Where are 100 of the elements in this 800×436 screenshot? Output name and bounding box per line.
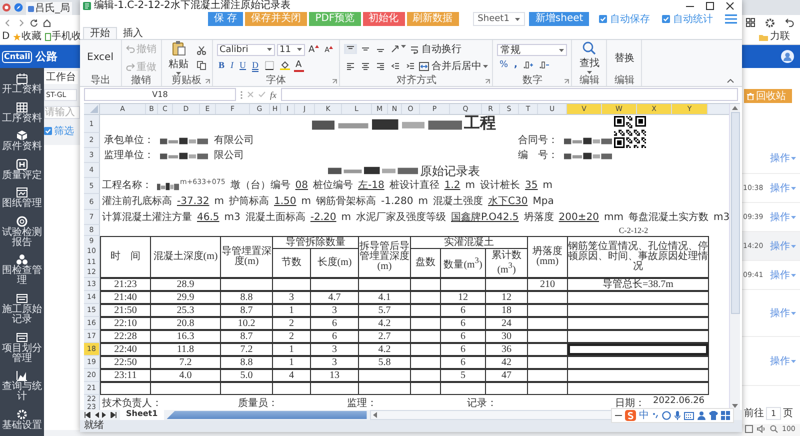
sidebar-item[interactable]: 工序资料 (2, 102, 42, 124)
checkbox[interactable] (599, 15, 608, 23)
orientation-button[interactable] (389, 44, 408, 54)
user-icon[interactable] (697, 411, 706, 420)
number-format-select[interactable]: 常规 (497, 44, 568, 56)
function-button[interactable]: fx (270, 90, 276, 100)
apps-icon[interactable] (746, 18, 755, 27)
underline-button[interactable]: U (238, 59, 248, 71)
dialog-launcher-icon[interactable] (204, 79, 210, 84)
sidebar-item[interactable]: 查询与统计 (2, 370, 42, 402)
table-cell[interactable]: 导管总长=38.7m (568, 278, 708, 290)
paste-button[interactable]: 粘贴 (166, 40, 192, 75)
input-mode-toggle[interactable]: 中 (639, 410, 649, 421)
scroll-thumb[interactable] (730, 112, 740, 314)
last-sheet-icon[interactable] (110, 412, 117, 418)
table-cell[interactable] (568, 304, 708, 316)
table-cell[interactable] (568, 356, 708, 368)
font-color-button[interactable]: A (294, 58, 304, 72)
table-cell[interactable] (568, 292, 708, 304)
ribbon-tab[interactable]: 开始 (83, 27, 117, 39)
bold-button[interactable]: B (216, 59, 227, 71)
table-cell[interactable] (568, 370, 708, 382)
sheet-tab[interactable]: Sheet1 (120, 409, 164, 421)
sheet-select[interactable]: Sheet1 (472, 12, 526, 26)
checkbox[interactable] (44, 127, 52, 135)
avatar-icon[interactable] (781, 50, 794, 63)
search-field[interactable]: 请输入 (44, 106, 80, 119)
export-button[interactable]: Excel (84, 52, 116, 63)
circle-icon[interactable] (662, 411, 671, 420)
keyboard-icon[interactable] (684, 412, 694, 420)
compass-icon[interactable] (14, 3, 23, 12)
font-select[interactable]: Calibri (216, 44, 274, 56)
vertical-scrollbar[interactable] (729, 104, 740, 410)
grow-font-button[interactable]: A (306, 44, 321, 56)
italic-button[interactable]: I (228, 59, 236, 71)
bookmark[interactable]: D (2, 31, 10, 43)
dialog-launcher-icon[interactable] (485, 79, 490, 84)
first-sheet-icon[interactable] (84, 412, 91, 418)
forward-icon[interactable] (17, 18, 25, 26)
comma-style-button[interactable]: , (512, 59, 520, 71)
zoom-icon[interactable] (770, 425, 778, 433)
home-icon[interactable] (43, 18, 51, 26)
dialog-launcher-icon[interactable] (332, 79, 338, 84)
browser-logo-icon[interactable] (2, 3, 11, 12)
sidebar-item[interactable]: 施工原始记录 (2, 292, 42, 325)
sidebar-item[interactable]: 试验检测报告 (2, 216, 42, 248)
next-sheet-icon[interactable] (102, 412, 107, 418)
close-icon[interactable] (726, 2, 734, 10)
sidebar-item[interactable]: 开工资料 (2, 73, 42, 96)
find-button[interactable]: 查找 (576, 41, 602, 74)
sidebar-item[interactable]: 质量评定 (2, 158, 42, 181)
fill-color-button[interactable] (278, 60, 292, 70)
sidebar-item[interactable]: 基础设置 (2, 408, 42, 431)
reload-icon[interactable] (30, 18, 38, 26)
decrease-decimal-button[interactable] (537, 60, 552, 70)
dialog-launcher-icon[interactable] (564, 79, 570, 84)
tab[interactable]: 工作台 (44, 71, 78, 84)
minimize-icon[interactable] (615, 414, 622, 417)
collapse-icon[interactable] (727, 79, 734, 83)
bookmark[interactable]: 收藏 (12, 31, 42, 43)
replace-button[interactable]: 替换 (611, 50, 638, 64)
ribbon-tab[interactable]: 插入 (117, 28, 149, 39)
sidebar-item[interactable]: 围检查管理 (2, 254, 42, 286)
input-logo-icon[interactable] (625, 410, 636, 421)
shirt-icon[interactable] (709, 411, 718, 420)
table-cell[interactable] (568, 382, 708, 394)
apps-icon[interactable] (721, 411, 730, 420)
wrap-text-button[interactable]: 自动换行 (410, 42, 462, 56)
speaker-icon[interactable] (757, 425, 766, 433)
microphone-icon[interactable] (674, 411, 681, 420)
double-underline-button[interactable]: D (250, 59, 261, 71)
sidebar-item[interactable]: 图纸管理 (2, 187, 42, 210)
checkbox[interactable] (662, 15, 670, 23)
increase-decimal-button[interactable] (521, 60, 536, 70)
previous-sheet-icon[interactable] (94, 412, 99, 418)
table-cell[interactable] (568, 318, 708, 330)
formula-field[interactable] (280, 88, 738, 101)
punctuation-icon[interactable] (652, 412, 659, 419)
sidebar-item[interactable]: 原件资料 (2, 130, 42, 152)
back-icon[interactable] (4, 18, 12, 26)
bookmark-folder[interactable]: 力联 (759, 31, 800, 43)
merge-center-button[interactable]: 合并后居中 (419, 59, 488, 73)
maximize-icon[interactable] (706, 2, 714, 10)
sidebar-item[interactable]: 项目划分管理 (2, 332, 42, 364)
copy-button[interactable] (194, 60, 208, 70)
name-box[interactable]: V18 (84, 88, 236, 101)
settings-icon[interactable] (765, 18, 775, 28)
undo-icon[interactable] (785, 18, 794, 27)
table-cell[interactable] (568, 330, 708, 342)
window-icon[interactable] (745, 425, 753, 433)
percent-button[interactable]: % (497, 59, 510, 71)
table-cell[interactable] (568, 344, 708, 356)
browser-tab[interactable]: 吕氏_局 (26, 2, 72, 15)
input-method-toolbar[interactable]: 中 (611, 408, 734, 423)
font-size-select[interactable]: 11 (276, 44, 304, 56)
align-top-button[interactable] (344, 44, 358, 54)
cut-button[interactable] (194, 44, 208, 56)
page-field[interactable]: 1 (766, 406, 782, 420)
borders-button[interactable] (262, 60, 276, 70)
bookmark[interactable]: 手机收 (44, 31, 82, 43)
